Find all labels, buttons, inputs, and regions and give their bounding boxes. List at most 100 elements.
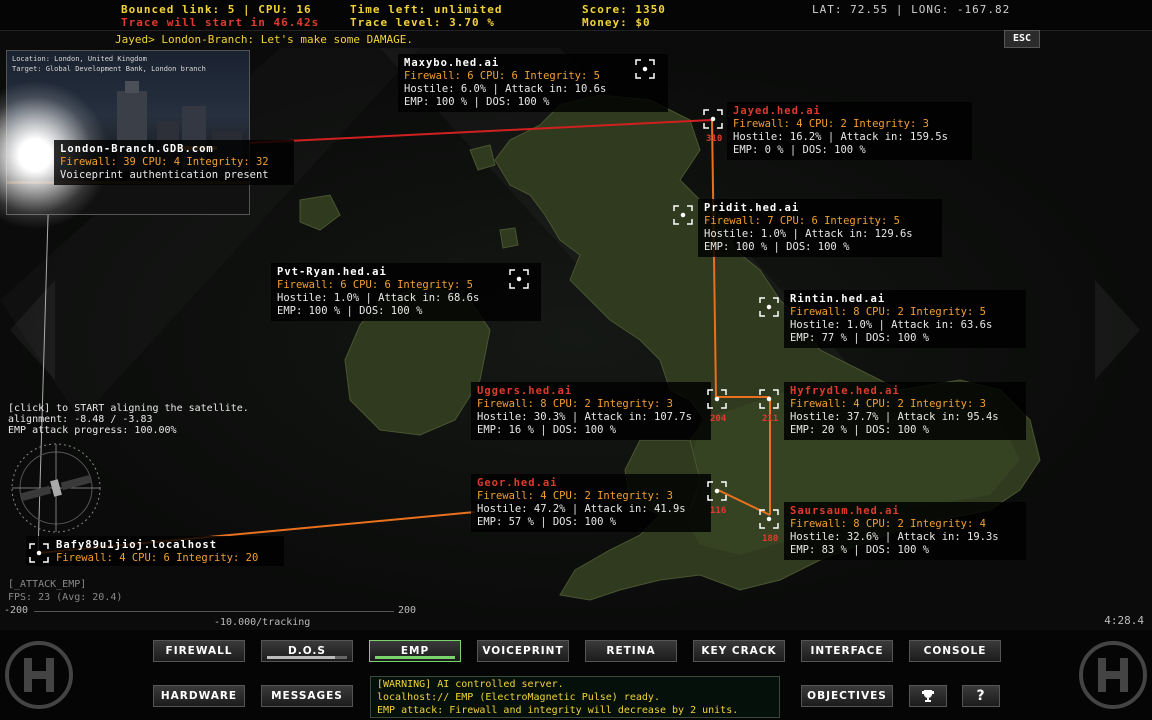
satellite-compass[interactable] (8, 440, 104, 536)
node-level-number: 211 (762, 414, 779, 424)
crosshair-icon[interactable] (706, 388, 728, 410)
node-hostile-info: Hostile: 37.7% | Attack in: 95.4s (790, 411, 999, 423)
node-localhost[interactable]: Bafy89u1jioj.localhost Firewall: 4 CPU: … (26, 536, 284, 566)
crosshair-icon[interactable] (508, 268, 530, 290)
hed-logo-right (1079, 641, 1147, 709)
console-button[interactable]: CONSOLE (909, 640, 1001, 662)
node-london-branch[interactable]: London-Branch.GDB.com Firewall: 39 CPU: … (54, 140, 294, 185)
node-hostile-info: Hostile: 1.0% | Attack in: 68.6s (277, 292, 480, 304)
bounced-link-status: Bounced link: 5 | CPU: 16 (121, 3, 312, 16)
tracking-gauge: -200 200 -10.000/tracking (4, 605, 417, 628)
button-label: CONSOLE (923, 645, 987, 657)
gauge-min: -200 (4, 605, 29, 616)
crosshair-icon[interactable] (28, 542, 50, 564)
voiceprint-button[interactable]: VOICEPRINT (477, 640, 569, 662)
log-line: localhost:// EMP (ElectroMagnetic Pulse)… (377, 692, 660, 703)
messages-button[interactable]: MESSAGES (261, 685, 353, 707)
gauge-tracking: -10.000/tracking (214, 617, 311, 628)
button-label: FIREWALL (165, 645, 233, 657)
node-pridit[interactable]: Pridit.hed.ai Firewall: 7 CPU: 6 Integri… (698, 199, 942, 257)
button-label: RETINA (606, 645, 656, 657)
dos-button[interactable]: D.O.S (261, 640, 353, 662)
button-label: INTERFACE (810, 645, 884, 657)
escape-button[interactable]: ESC (1004, 30, 1040, 48)
hed-logo-left (5, 641, 73, 709)
node-attack-info: EMP: 77 % | DOS: 100 % (790, 332, 930, 344)
node-attack-info: EMP: 57 % | DOS: 100 % (477, 516, 617, 528)
node-maxybo[interactable]: Maxybo.hed.ai Firewall: 6 CPU: 6 Integri… (398, 54, 668, 112)
trophy-button[interactable] (909, 685, 947, 707)
node-stats: Firewall: 4 CPU: 2 Integrity: 3 (477, 490, 673, 502)
node-name: Hyfrydle.hed.ai (790, 385, 900, 397)
node-saursaum[interactable]: Saursaum.hed.ai Firewall: 8 CPU: 2 Integ… (784, 502, 1026, 560)
node-hostile-info: Hostile: 1.0% | Attack in: 129.6s (704, 228, 913, 240)
node-hyfrydle[interactable]: Hyfrydle.hed.ai Firewall: 4 CPU: 2 Integ… (784, 382, 1026, 440)
node-attack-info: EMP: 100 % | DOS: 100 % (404, 96, 550, 108)
node-hostile-info: Hostile: 47.2% | Attack in: 41.9s (477, 503, 686, 515)
node-level-number: 116 (710, 506, 727, 516)
node-level-number: 204 (710, 414, 727, 424)
crosshair-icon[interactable] (758, 296, 780, 318)
node-stats: Firewall: 6 CPU: 6 Integrity: 5 (404, 70, 600, 82)
money-status: Money: $0 (582, 16, 651, 29)
time-left-status: Time left: unlimited (350, 3, 503, 16)
node-level-number: 180 (762, 534, 779, 544)
node-name: Pvt-Ryan.hed.ai (277, 266, 387, 278)
score-status: Score: 1350 (582, 3, 666, 16)
log-line: EMP attack: Firewall and integrity will … (377, 705, 739, 716)
fps-display: [_ATTACK_EMP] FPS: 23 (Avg: 20.4) (8, 578, 122, 604)
dos-progress-bar (267, 656, 347, 659)
node-hostile-info: Hostile: 30.3% | Attack in: 107.7s (477, 411, 692, 423)
coordinates-readout: LAT: 72.55 | LONG: -167.82 (812, 3, 1011, 16)
node-uggers[interactable]: Uggers.hed.ai Firewall: 8 CPU: 2 Integri… (471, 382, 711, 440)
crosshair-icon[interactable] (758, 508, 780, 530)
node-stats: Firewall: 8 CPU: 2 Integrity: 4 (790, 518, 986, 530)
node-stats: Firewall: 6 CPU: 6 Integrity: 5 (277, 279, 473, 291)
interface-button[interactable]: INTERFACE (801, 640, 893, 662)
firewall-button[interactable]: FIREWALL (153, 640, 245, 662)
node-name: Saursaum.hed.ai (790, 505, 900, 517)
crosshair-icon[interactable] (702, 108, 724, 130)
node-stats: Firewall: 4 CPU: 6 Integrity: 20 (56, 552, 259, 564)
emp-progress-bar (375, 656, 455, 659)
retina-button[interactable]: RETINA (585, 640, 677, 662)
emp-button[interactable]: EMP (369, 640, 461, 662)
objectives-button[interactable]: OBJECTIVES (801, 685, 893, 707)
satellite-alignment: alignment: -8.48 / -3.83 (8, 414, 153, 425)
attack-type-label: [_ATTACK_EMP] (8, 579, 87, 590)
key-crack-button[interactable]: KEY CRACK (693, 640, 785, 662)
crosshair-icon[interactable] (634, 58, 656, 80)
trophy-icon (922, 690, 934, 702)
crosshair-icon[interactable] (758, 388, 780, 410)
button-label: KEY CRACK (701, 645, 777, 657)
help-button[interactable]: ? (962, 685, 1000, 707)
button-label: MESSAGES (271, 690, 343, 702)
node-name: London-Branch.GDB.com (60, 143, 214, 155)
node-info: Voiceprint authentication present (60, 169, 269, 181)
game-clock: 4:28.4 (1104, 614, 1144, 627)
hardware-button[interactable]: HARDWARE (153, 685, 245, 707)
crosshair-icon[interactable] (706, 480, 728, 502)
node-stats: Firewall: 8 CPU: 2 Integrity: 5 (790, 306, 986, 318)
button-label: VOICEPRINT (482, 645, 564, 657)
node-attack-info: EMP: 100 % | DOS: 100 % (704, 241, 850, 253)
button-label: OBJECTIVES (807, 690, 887, 702)
node-attack-info: EMP: 83 % | DOS: 100 % (790, 544, 930, 556)
node-name: Bafy89u1jioj.localhost (56, 539, 218, 551)
button-label: HARDWARE (160, 690, 238, 702)
trace-start-status: Trace will start in 46.42s (121, 16, 320, 29)
node-hostile-info: Hostile: 1.0% | Attack in: 63.6s (790, 319, 993, 331)
satellite-console[interactable]: [click] to START aligning the satellite.… (8, 403, 249, 436)
node-hostile-info: Hostile: 6.0% | Attack in: 10.6s (404, 83, 607, 95)
node-name: Maxybo.hed.ai (404, 57, 500, 69)
node-stats: Firewall: 39 CPU: 4 Integrity: 32 (60, 156, 269, 168)
node-rintin[interactable]: Rintin.hed.ai Firewall: 8 CPU: 2 Integri… (784, 290, 1026, 348)
node-pvt-ryan[interactable]: Pvt-Ryan.hed.ai Firewall: 6 CPU: 6 Integ… (271, 263, 541, 321)
node-jayed[interactable]: Jayed.hed.ai Firewall: 4 CPU: 2 Integrit… (727, 102, 972, 160)
crosshair-icon[interactable] (672, 204, 694, 226)
chat-message: Jayed> London-Branch: Let's make some DA… (115, 33, 414, 46)
help-icon: ? (976, 688, 986, 704)
node-geor[interactable]: Geor.hed.ai Firewall: 4 CPU: 2 Integrity… (471, 474, 711, 532)
message-log: [WARNING] AI controlled server. localhos… (370, 676, 780, 718)
gauge-max: 200 (398, 605, 417, 616)
